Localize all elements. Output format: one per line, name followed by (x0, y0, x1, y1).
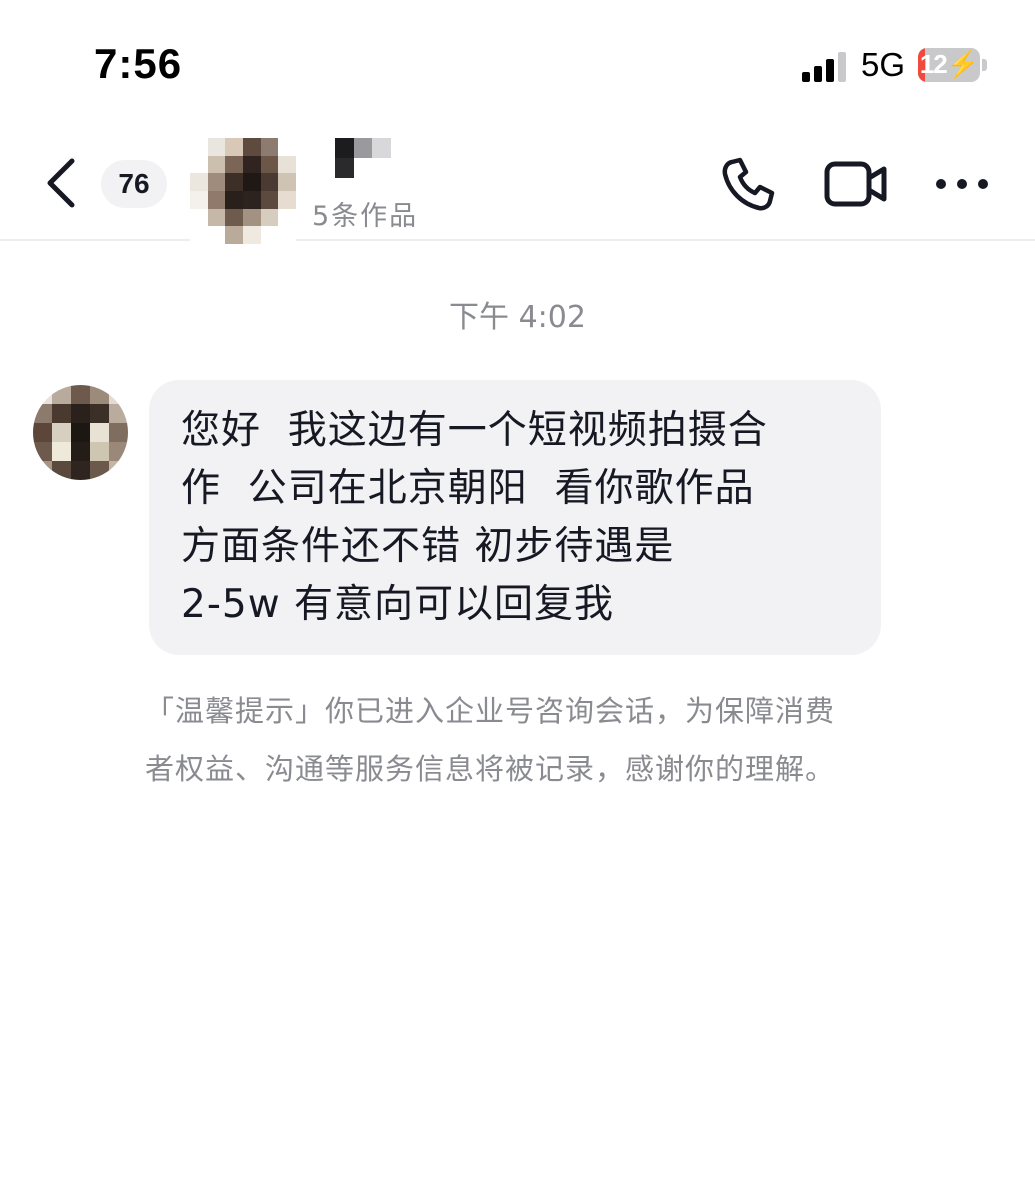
contact-avatar[interactable] (190, 138, 296, 244)
battery-icon: 12⚡ (918, 48, 988, 82)
phone-icon[interactable] (718, 154, 778, 214)
chat-header: 76 5条作品 (0, 120, 1035, 244)
incoming-message-bubble[interactable]: 您好 我这边有一个短视频拍摄合 作 公司在北京朝阳 看你歌作品 方面条件还不错 … (149, 380, 881, 655)
contact-subtitle: 5条作品 (312, 201, 419, 232)
battery-level: 12⚡ (919, 49, 979, 79)
sender-avatar[interactable] (33, 385, 128, 480)
more-horizontal-icon[interactable] (934, 174, 990, 194)
system-notice: 「温馨提示」你已进入企业号咨询会话，为保障消费 者权益、沟通等服务信息将被记录，… (145, 682, 905, 798)
unread-count-badge[interactable]: 76 (101, 160, 167, 208)
status-bar: 7:56 5G 12⚡ (0, 0, 1035, 120)
system-notice-line: 「温馨提示」你已进入企业号咨询会话，为保障消费 (145, 694, 836, 728)
charging-bolt-icon: ⚡ (946, 49, 979, 79)
message-text-line: 2-5w 有意向可以回复我 (181, 582, 614, 627)
message-text-line: 方面条件还不错 初步待遇是 (181, 524, 675, 569)
back-arrow-icon[interactable] (40, 155, 84, 211)
video-camera-icon[interactable] (824, 160, 888, 208)
message-text-line: 作 公司在北京朝阳 看你歌作品 (181, 466, 755, 511)
system-notice-line: 者权益、沟通等服务信息将被记录，感谢你的理解。 (145, 752, 836, 786)
message-text-line: 您好 我这边有一个短视频拍摄合 (181, 408, 768, 453)
status-time: 7:56 (94, 40, 183, 87)
message-timestamp: 下午 4:02 (449, 300, 586, 335)
cellular-signal-icon (802, 52, 846, 82)
contact-name-redacted[interactable] (335, 138, 391, 178)
network-type: 5G (861, 46, 906, 83)
